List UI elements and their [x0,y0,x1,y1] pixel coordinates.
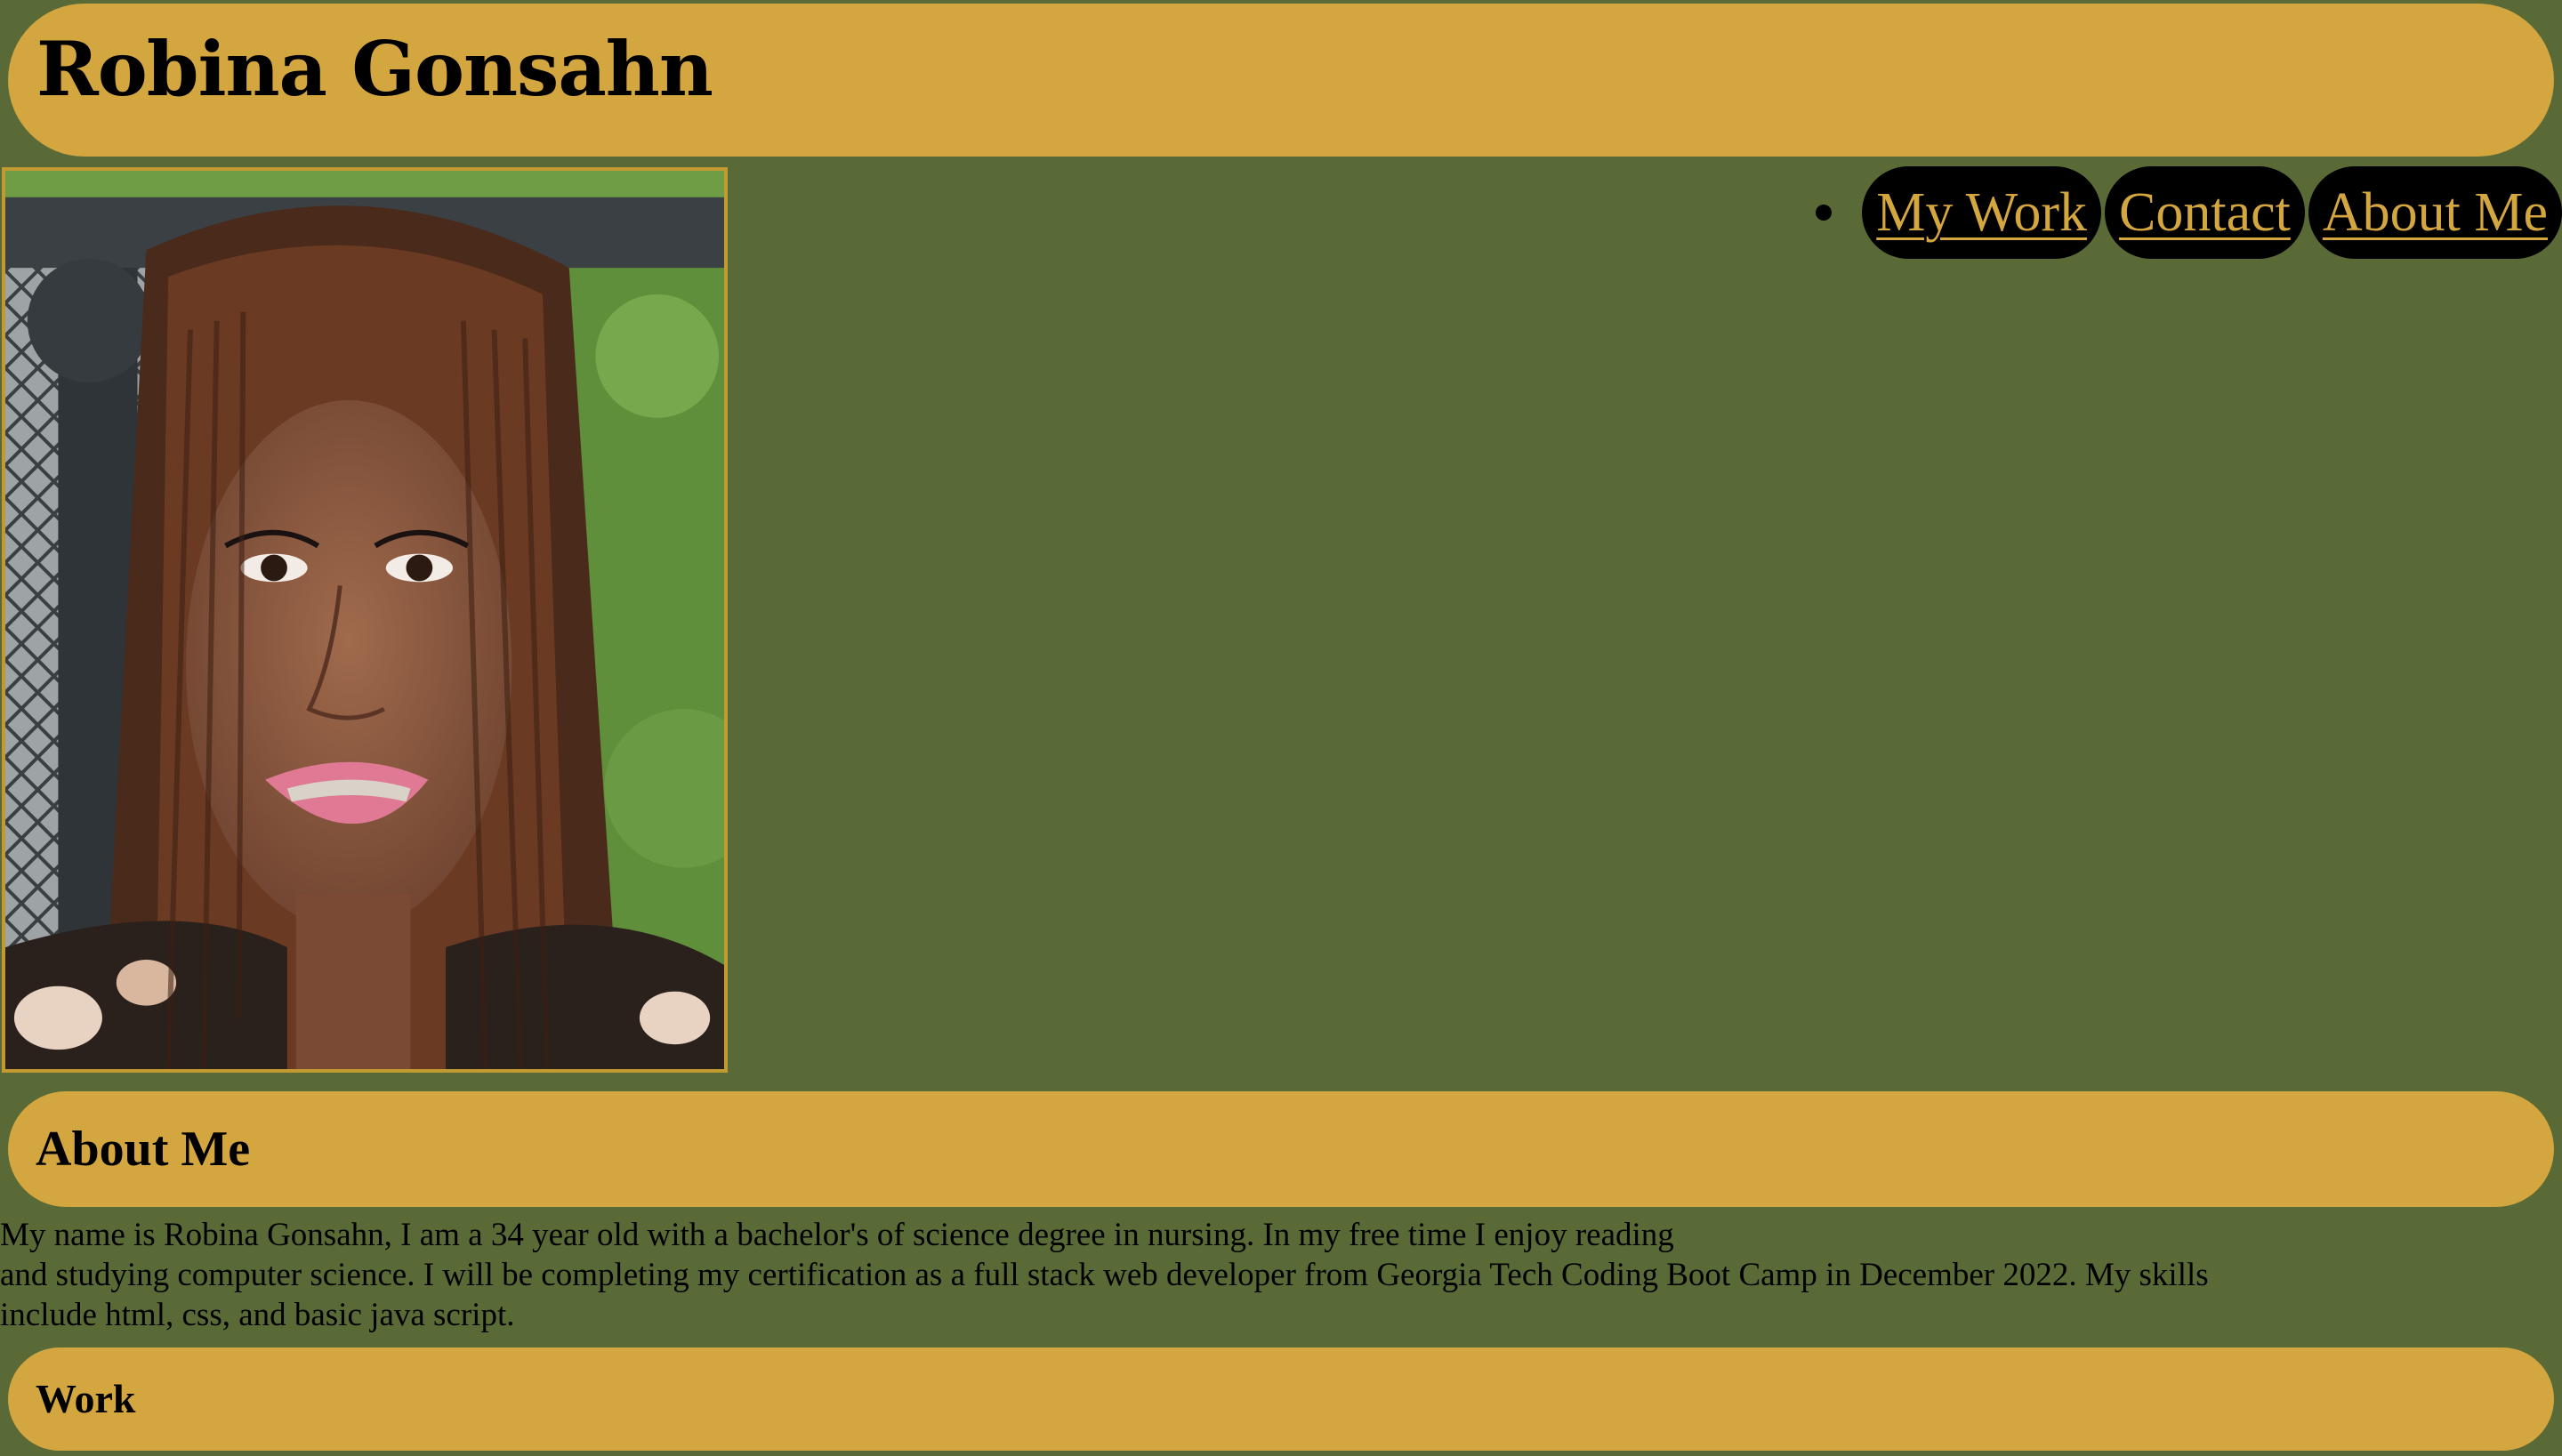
profile-photo [2,167,728,1073]
nav-list: My Work Contact About Me [1816,166,2562,259]
nav-bullet-marker [1816,205,1833,221]
profile-photo-image [5,171,724,1069]
about-section-header: About Me [8,1091,2554,1207]
work-heading: Work [36,1376,136,1421]
work-section-header: Work [8,1347,2554,1451]
about-text-line: My name is Robina Gonsahn, I am a 34 yea… [0,1217,1674,1253]
nav-link-contact[interactable]: Contact [2105,166,2305,259]
nav-link-about-me[interactable]: About Me [2308,166,2562,259]
site-title: Robina Gonsahn [36,25,713,113]
about-text-line: and studying computer science. I will be… [0,1257,2209,1293]
about-paragraph: My name is Robina Gonsahn, I am a 34 yea… [0,1215,2562,1335]
site-header: Robina Gonsahn [8,4,2554,157]
nav-link-my-work[interactable]: My Work [1862,166,2101,259]
about-heading: About Me [36,1122,251,1177]
about-text-line: include html, css, and basic java script… [0,1297,515,1333]
